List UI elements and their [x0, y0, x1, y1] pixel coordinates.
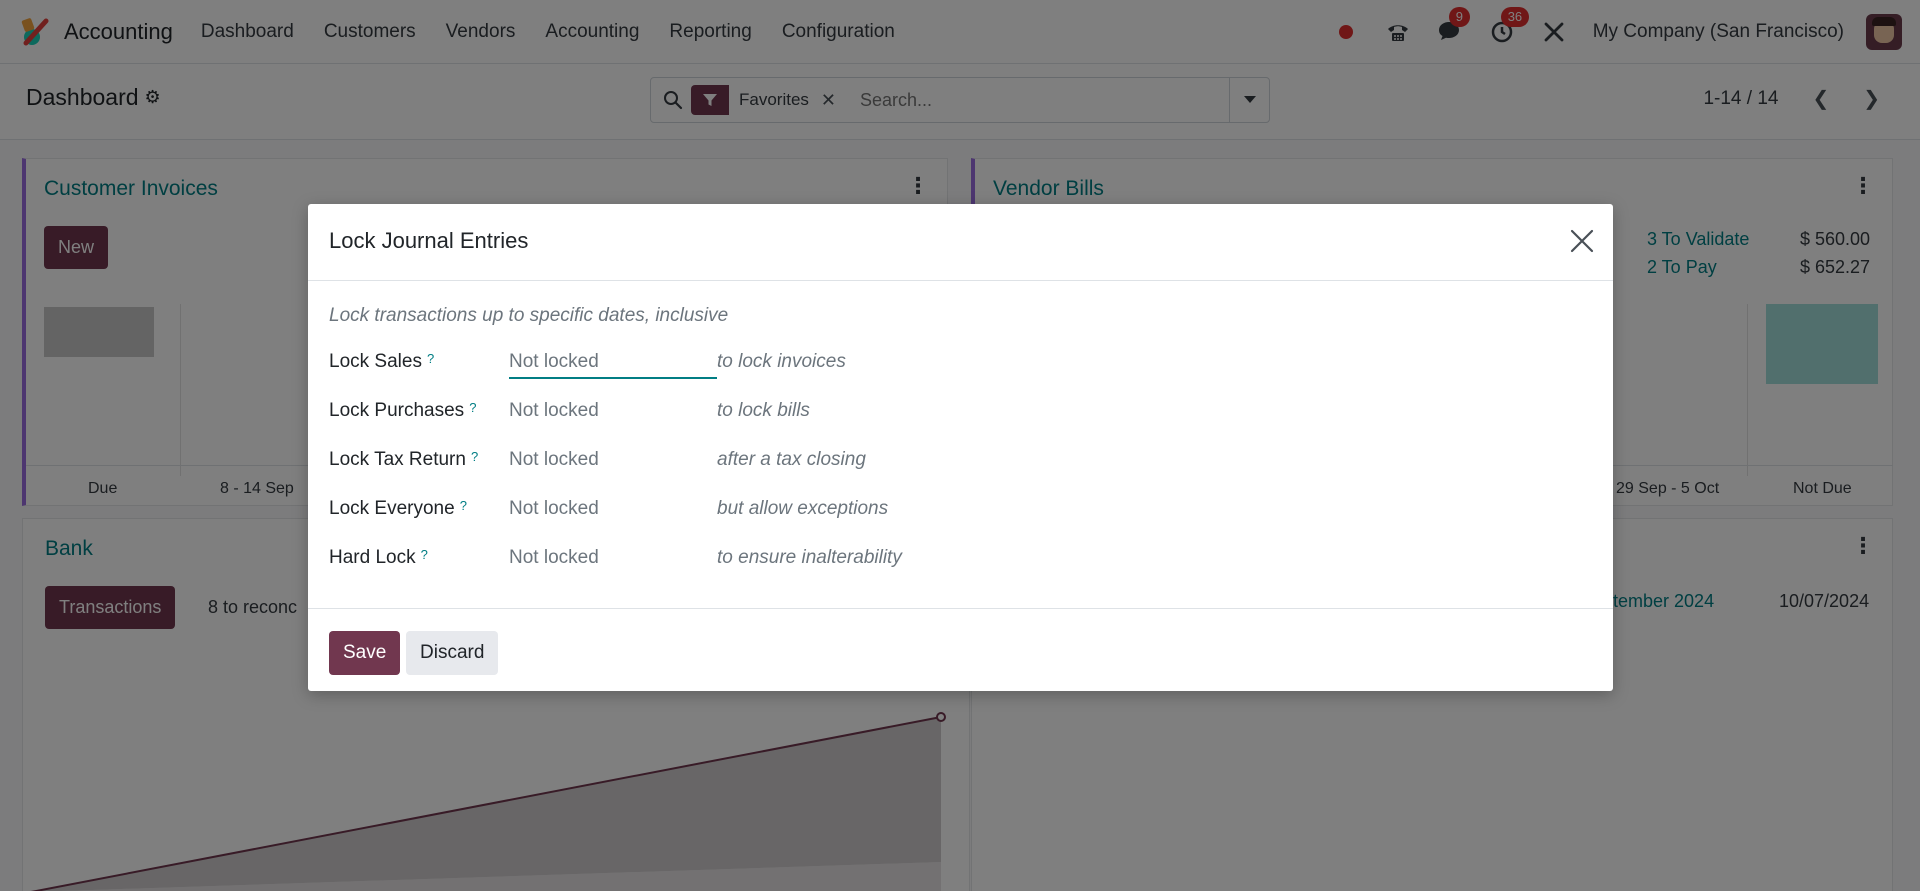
modal-title: Lock Journal Entries [329, 228, 529, 253]
help-tooltip-icon[interactable]: ? [421, 547, 428, 562]
field-label: Lock Sales? [329, 351, 435, 372]
lock-sales-row: Lock Sales? Not locked to lock invoices [329, 351, 1229, 381]
close-icon[interactable] [1569, 228, 1595, 254]
help-tooltip-icon[interactable]: ? [469, 400, 476, 415]
lock-everyone-row: Lock Everyone? Not locked but allow exce… [329, 498, 1229, 528]
lock-journal-entries-dialog: Lock Journal Entries Lock transactions u… [308, 204, 1613, 691]
field-label: Lock Everyone? [329, 498, 467, 519]
modal-description: Lock transactions up to specific dates, … [329, 305, 729, 326]
modal-footer: Save Discard [308, 609, 1613, 689]
modal-header: Lock Journal Entries [308, 204, 1613, 281]
modal-body: Lock transactions up to specific dates, … [308, 281, 1613, 609]
hard-lock-row: Hard Lock? Not locked to ensure inaltera… [329, 547, 1229, 577]
field-label: Lock Tax Return? [329, 449, 479, 470]
help-tooltip-icon[interactable]: ? [471, 449, 478, 464]
field-hint: to ensure inalterability [717, 547, 902, 568]
lock-purchases-row: Lock Purchases? Not locked to lock bills [329, 400, 1229, 430]
field-hint: after a tax closing [717, 449, 866, 470]
discard-button[interactable]: Discard [406, 631, 499, 675]
help-tooltip-icon[interactable]: ? [427, 351, 434, 366]
field-hint: to lock bills [717, 400, 810, 421]
help-tooltip-icon[interactable]: ? [460, 498, 467, 513]
field-hint: but allow exceptions [717, 498, 889, 519]
field-label: Hard Lock? [329, 547, 428, 568]
lock-tax-return-row: Lock Tax Return? Not locked after a tax … [329, 449, 1229, 479]
lock-tax-return-date-input[interactable]: Not locked [509, 449, 717, 475]
lock-sales-date-input[interactable]: Not locked [509, 351, 717, 379]
field-label: Lock Purchases? [329, 400, 477, 421]
field-hint: to lock invoices [717, 351, 846, 372]
hard-lock-date-input[interactable]: Not locked [509, 547, 717, 573]
lock-purchases-date-input[interactable]: Not locked [509, 400, 717, 426]
save-button[interactable]: Save [329, 631, 401, 675]
lock-everyone-date-input[interactable]: Not locked [509, 498, 717, 524]
